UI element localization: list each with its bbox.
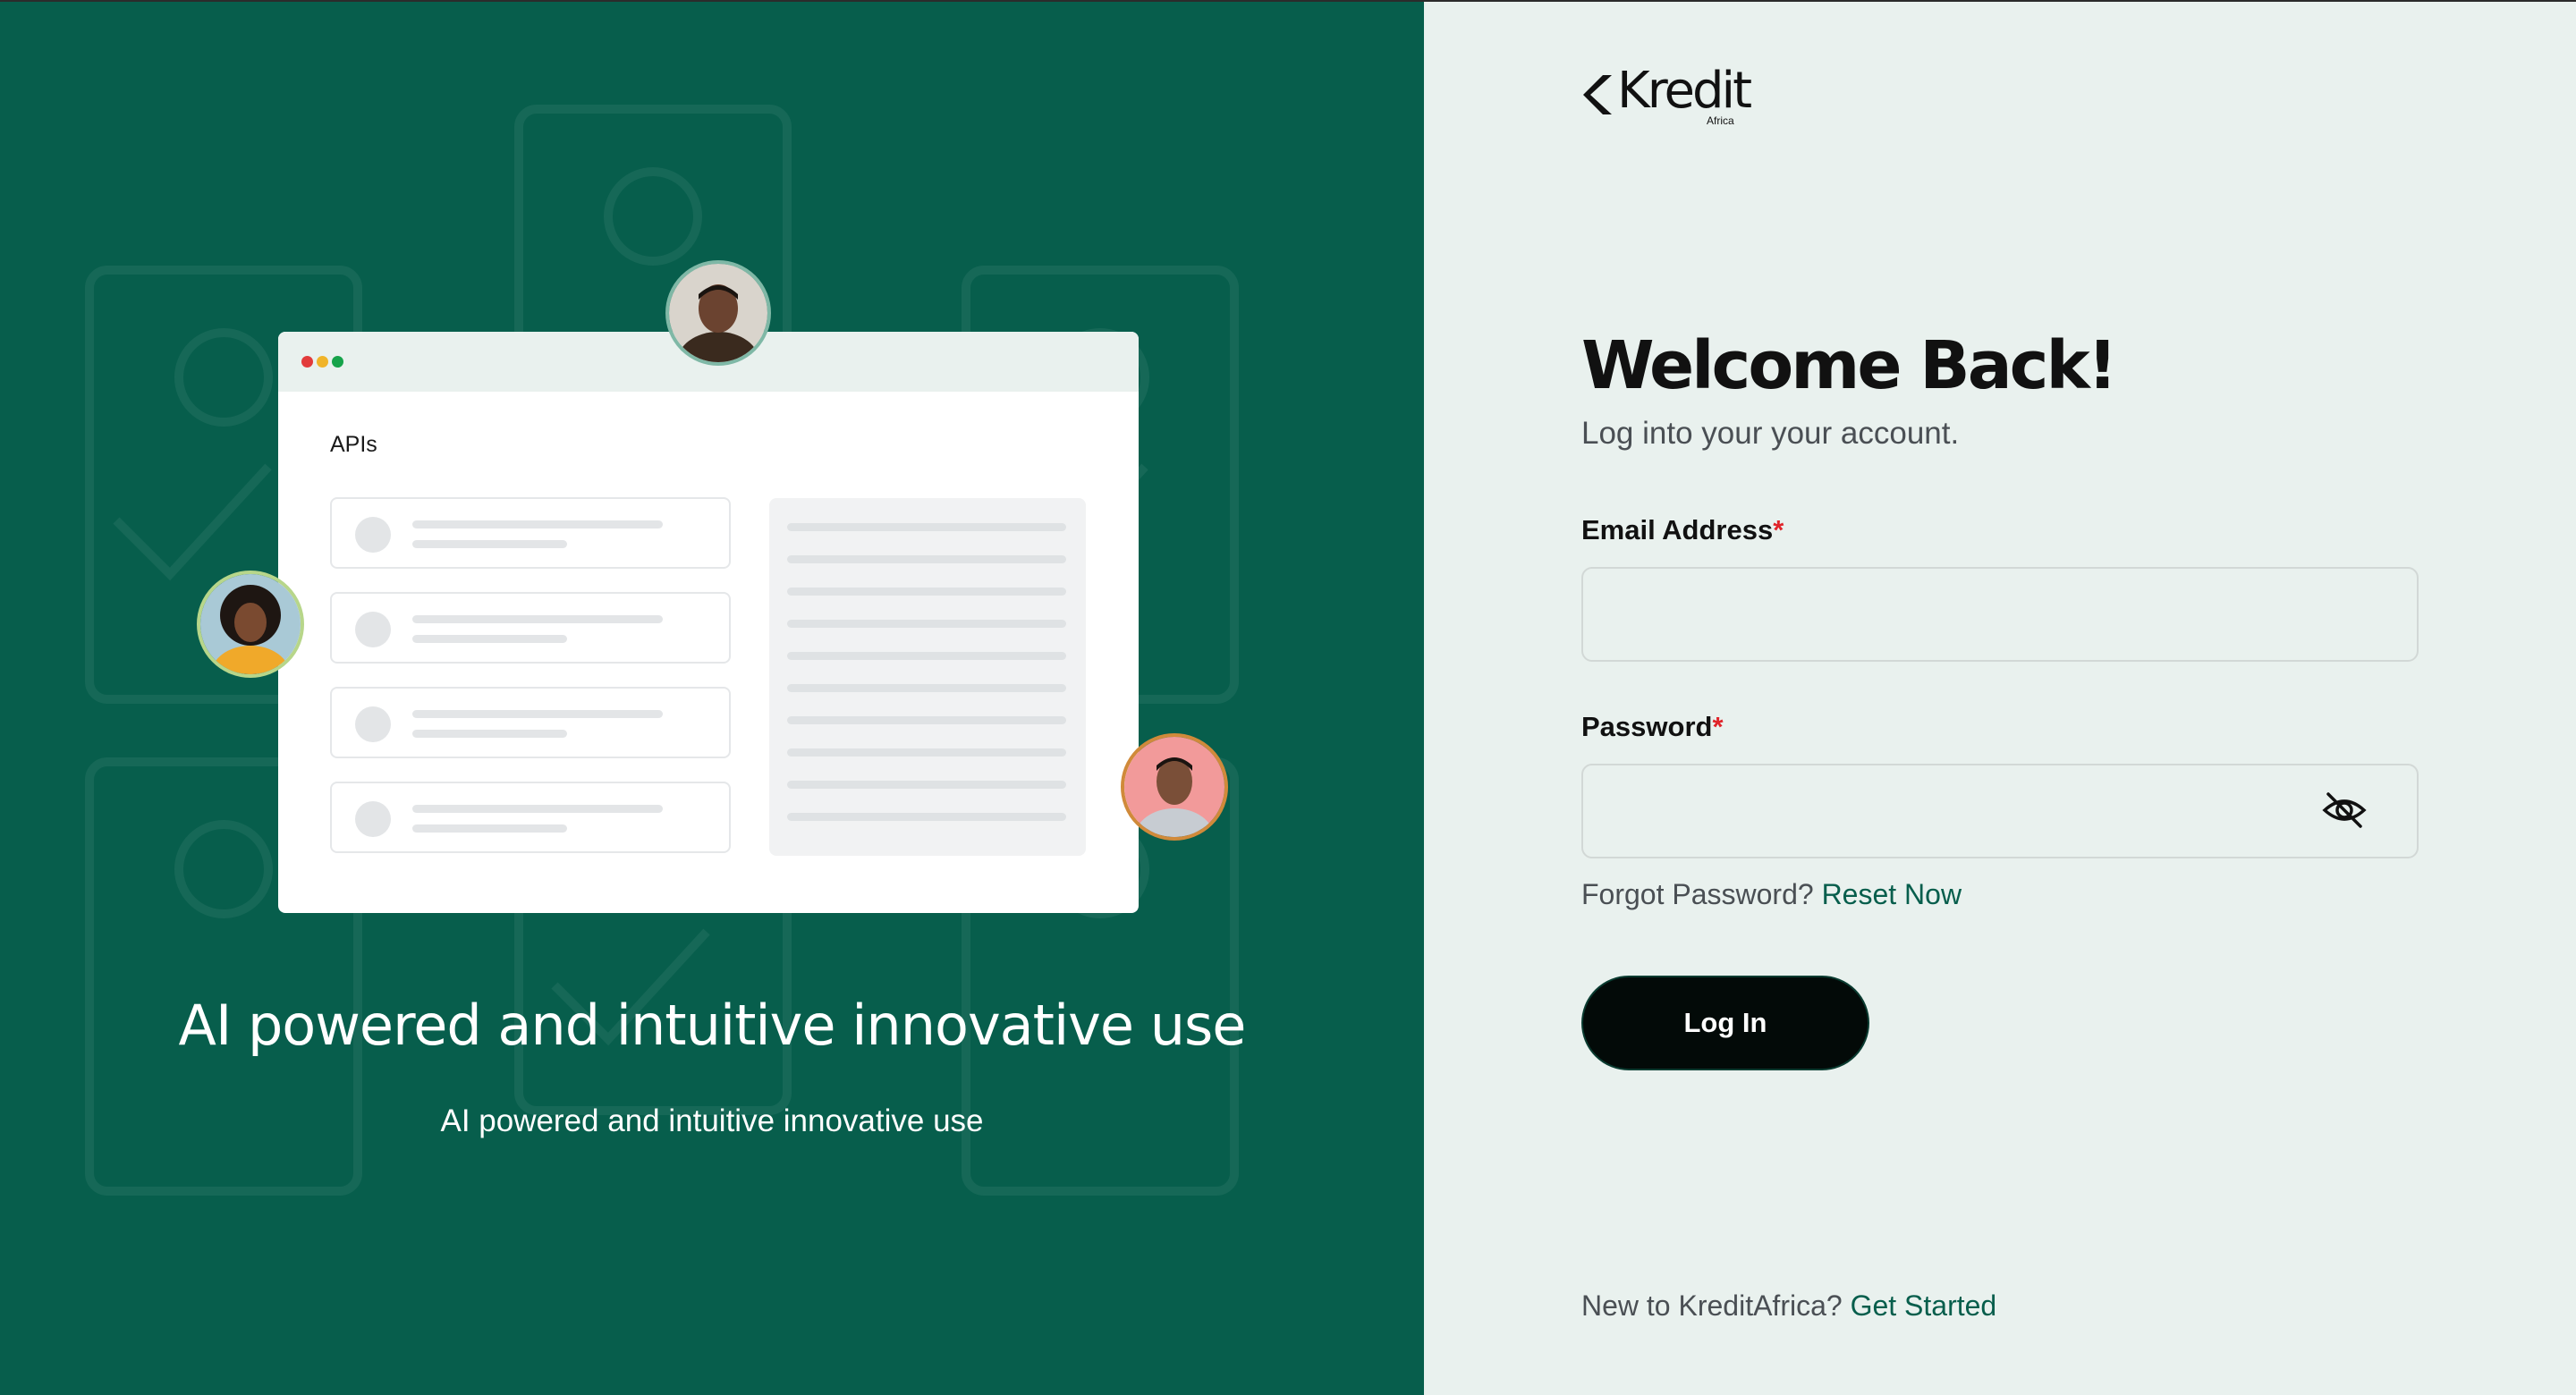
logo-subtext: Africa <box>1707 114 1734 127</box>
required-asterisk: * <box>1773 514 1784 545</box>
kredit-logo[interactable]: Kredit Africa <box>1581 62 1752 127</box>
forgot-password-text: Forgot Password? <box>1581 878 1814 910</box>
mockup-list-item <box>330 592 731 664</box>
hero-panel: APIs AI powered and intuitive innovative… <box>0 0 1424 1395</box>
reset-now-link[interactable]: Reset Now <box>1822 878 1962 910</box>
mockup-title: APIs <box>330 432 377 457</box>
avatar-woman-left <box>197 571 304 678</box>
forgot-password-row: Forgot Password? Reset Now <box>1581 878 1962 911</box>
login-panel: Kredit Africa Welcome Back! Log into you… <box>1424 0 2576 1395</box>
required-asterisk: * <box>1712 711 1724 742</box>
new-user-text: New to KreditAfrica? <box>1581 1289 1843 1322</box>
avatar-man-right <box>1121 733 1228 841</box>
password-label: Password* <box>1581 711 1724 743</box>
mockup-list-item <box>330 687 731 758</box>
signup-row: New to KreditAfrica? Get Started <box>1581 1289 1996 1323</box>
mockup-list-item <box>330 782 731 853</box>
mockup-list-item <box>330 497 731 569</box>
login-button[interactable]: Log In <box>1581 976 1869 1070</box>
email-label: Email Address* <box>1581 514 1784 546</box>
eye-off-icon[interactable] <box>2321 790 2368 830</box>
avatar-man-top <box>665 260 771 366</box>
get-started-link[interactable]: Get Started <box>1851 1289 1997 1322</box>
email-field[interactable] <box>1581 567 2419 662</box>
password-label-text: Password <box>1581 711 1713 742</box>
window-close-dot <box>301 356 313 368</box>
welcome-subheading: Log into your your account. <box>1581 416 1960 451</box>
window-maximize-dot <box>332 356 343 368</box>
hero-subtitle: AI powered and intuitive innovative use <box>440 1103 984 1138</box>
password-field[interactable] <box>1581 764 2419 858</box>
window-minimize-dot <box>317 356 328 368</box>
api-dashboard-mockup: APIs <box>278 332 1139 913</box>
mockup-detail-panel <box>769 498 1086 856</box>
hero-title: AI powered and intuitive innovative use <box>178 993 1247 1058</box>
chevron-left-logo-icon <box>1583 75 1612 114</box>
email-label-text: Email Address <box>1581 514 1774 545</box>
welcome-heading: Welcome Back! <box>1581 327 2117 404</box>
logo-wordmark: Kredit <box>1617 62 1752 120</box>
